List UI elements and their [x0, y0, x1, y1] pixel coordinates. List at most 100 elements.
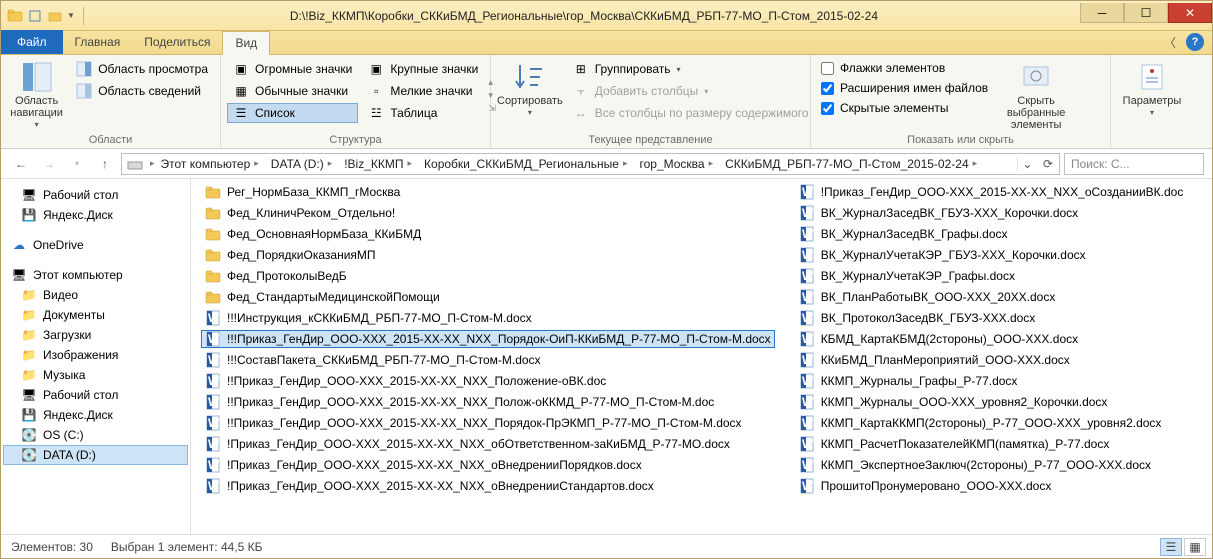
list-item[interactable]: WККиБМД_ПланМероприятий_ООО-ХХХ.docx — [795, 351, 1188, 369]
search-input[interactable]: Поиск: С... — [1064, 153, 1204, 175]
tab-file[interactable]: Файл — [1, 30, 63, 54]
navigation-pane-button[interactable]: Область навигации▾ — [7, 59, 66, 132]
list-item[interactable]: W!Приказ_ГенДир_ООО-ХХХ_2015-ХХ-ХХ_NХХ_о… — [201, 477, 775, 495]
list-item[interactable]: Фед_ПорядкиОказанияМП — [201, 246, 775, 264]
list-item[interactable]: Рег_НормБаза_ККМП_гМосква — [201, 183, 775, 201]
breadcrumb-item[interactable]: Коробки_СККиБМД_Региональные▸ — [420, 157, 635, 171]
svg-text:W: W — [208, 458, 220, 472]
tab-home[interactable]: Главная — [63, 30, 133, 54]
list-item[interactable]: W ВК_ЖурналУчетаКЭР_ГБУЗ-ХХХ_Корочки.docx — [795, 246, 1188, 264]
file-name: ВК_ЖурналУчетаКЭР_ГБУЗ-ХХХ_Корочки.docx — [821, 248, 1086, 262]
list-item[interactable]: WВК_ПротоколЗаседВК_ГБУЗ-ХХХ.docx — [795, 309, 1188, 327]
word-doc-icon: W — [799, 310, 815, 326]
file-name: ККМП_Журналы_ООО-ХХХ_уровня2_Корочки.doc… — [821, 395, 1108, 409]
tree-osc[interactable]: 💽OS (C:) — [3, 425, 188, 445]
breadcrumb-chevron-icon[interactable]: ▸ — [148, 158, 157, 169]
breadcrumb-item[interactable]: СККиБМД_РБП-77-МО_П-Стом_2015-02-24▸ — [721, 157, 985, 171]
list-item[interactable]: WККМП_КартаККМП(2стороны)_Р-77_ООО-ХХХ_у… — [795, 414, 1188, 432]
tab-view[interactable]: Вид — [222, 31, 270, 55]
list-item[interactable]: W!!!СоставПакета_СККиБМД_РБП-77-МО_П-Сто… — [201, 351, 775, 369]
sort-button[interactable]: Сортировать▾ — [497, 59, 563, 132]
breadcrumb-item[interactable]: гор_Москва▸ — [635, 157, 721, 171]
layout-small[interactable]: ▫Мелкие значки — [362, 81, 484, 101]
list-item[interactable]: WПрошитоПронумеровано_ООО-ХХХ.docx — [795, 477, 1188, 495]
tree-music[interactable]: 📁Музыка — [3, 365, 188, 385]
list-item[interactable]: W!!Приказ_ГенДир_ООО-ХХХ_2015-ХХ-ХХ_NХХ_… — [201, 414, 775, 432]
list-item[interactable]: W!!Приказ_ГенДир_ООО-ХХХ_2015-ХХ-ХХ_NХХ_… — [201, 393, 775, 411]
groupby-button[interactable]: ⊞Группировать ▾ — [567, 59, 815, 79]
tree-yandexdisk[interactable]: 💾Яндекс.Диск — [3, 205, 188, 225]
list-item[interactable]: Фед_КлиничРеком_Отдельно! — [201, 204, 775, 222]
nav-recent-button[interactable]: ▾ — [65, 152, 89, 176]
chk-file-extensions[interactable]: Расширения имен файлов — [817, 79, 992, 97]
list-item[interactable]: W!!!Приказ_ГенДир_ООО-ХХХ_2015-ХХ-ХХ_NХХ… — [201, 330, 775, 348]
svg-text:W: W — [208, 332, 220, 346]
minimize-button[interactable]: ─ — [1080, 3, 1124, 23]
list-item[interactable]: WВК_ЖурналЗаседВК_ГБУЗ-ХХХ_Корочки.docx — [795, 204, 1188, 222]
chk-hidden-items[interactable]: Скрытые элементы — [817, 99, 992, 117]
list-item[interactable]: W !Приказ_ГенДир_ООО-ХХХ_2015-ХХ-ХХ_NХХ_о… — [201, 456, 775, 474]
qat-dropdown-icon[interactable]: ▼ — [67, 11, 75, 20]
close-button[interactable]: ✕ — [1168, 3, 1212, 23]
breadcrumb-item[interactable]: DATA (D:)▸ — [267, 157, 340, 171]
tree-onedrive[interactable]: ☁OneDrive — [3, 235, 188, 255]
view-icons-toggle[interactable]: ▦ — [1184, 538, 1206, 556]
list-item[interactable]: W!!!Инструкция_кСККиБМД_РБП-77-МО_П-Стом… — [201, 309, 775, 327]
tree-desktop[interactable]: 🖥Рабочий стол — [3, 185, 188, 205]
layout-list[interactable]: ☰Список — [227, 103, 358, 123]
tree-videos[interactable]: 📁Видео — [3, 285, 188, 305]
tab-share[interactable]: Поделиться — [132, 30, 222, 54]
list-item[interactable]: WККМП_РасчетПоказателейКМП(памятка)_Р-77… — [795, 435, 1188, 453]
maximize-button[interactable]: ☐ — [1124, 3, 1168, 23]
list-item[interactable]: WККМП_Журналы_ООО-ХХХ_уровня2_Корочки.do… — [795, 393, 1188, 411]
ribbon-collapse-icon[interactable]: 〈 — [1164, 34, 1176, 51]
breadcrumb[interactable]: ▸ Этот компьютер▸DATA (D:)▸!Biz_ККМП▸Кор… — [121, 153, 1060, 175]
layout-large[interactable]: ▣Крупные значки — [362, 59, 484, 79]
titlebar: ▼ D:\!Biz_ККМП\Коробки_СККиБМД_Региональ… — [1, 1, 1212, 31]
tree-yandexdisk2[interactable]: 💾Яндекс.Диск — [3, 405, 188, 425]
list-item[interactable]: WВК_ЖурналЗаседВК_Графы.docx — [795, 225, 1188, 243]
tree-documents[interactable]: 📁Документы — [3, 305, 188, 325]
list-item[interactable]: W!Приказ_ГенДир_ООО-ХХХ_2015-ХХ-ХХ_NХХ_о… — [795, 183, 1188, 201]
qat-properties-icon[interactable] — [27, 8, 43, 24]
refresh-button[interactable]: ⟳ — [1037, 157, 1059, 171]
list-item[interactable]: WВК_ПланРаботыВК_ООО-ХХХ_20ХХ.docx — [795, 288, 1188, 306]
breadcrumb-dropdown[interactable]: ⌄ — [1017, 157, 1037, 171]
breadcrumb-item[interactable]: !Biz_ККМП▸ — [340, 157, 420, 171]
list-item[interactable]: WВК_ЖурналУчетаКЭР_Графы.docx — [795, 267, 1188, 285]
word-doc-icon: W — [799, 352, 815, 368]
preview-pane-button[interactable]: Область просмотра — [70, 59, 214, 79]
list-item[interactable]: WККМП_ЭкспертноеЗаключ(2стороны)_Р-77_ОО… — [795, 456, 1188, 474]
list-item[interactable]: Фед_ОсновнаяНормБаза_ККиБМД — [201, 225, 775, 243]
tree-datad[interactable]: 💽DATA (D:) — [3, 445, 188, 465]
breadcrumb-item[interactable]: Этот компьютер▸ — [157, 157, 267, 171]
view-details-toggle[interactable]: ☰ — [1160, 538, 1182, 556]
options-button[interactable]: Параметры▾ — [1117, 59, 1187, 132]
layout-table[interactable]: ☳Таблица — [362, 103, 484, 123]
nav-back-button[interactable]: ← — [9, 152, 33, 176]
nav-tree[interactable]: 🖥Рабочий стол 💾Яндекс.Диск ☁OneDrive 🖥Эт… — [1, 179, 191, 534]
layout-medium[interactable]: ▦Обычные значки — [227, 81, 358, 101]
tree-downloads[interactable]: 📁Загрузки — [3, 325, 188, 345]
layout-extralarge[interactable]: ▣Огромные значки — [227, 59, 358, 79]
file-name: !Приказ_ГенДир_ООО-ХХХ_2015-ХХ-ХХ_NХХ_оВ… — [227, 458, 642, 472]
list-item[interactable]: W!!Приказ_ГенДир_ООО-ХХХ_2015-ХХ-ХХ_NХХ_… — [201, 372, 775, 390]
svg-text:W: W — [802, 248, 814, 262]
nav-up-button[interactable]: ↑ — [93, 152, 117, 176]
svg-text:W: W — [802, 311, 814, 325]
list-item[interactable]: WККМП_Журналы_Графы_Р-77.docx — [795, 372, 1188, 390]
qat-newfolder-icon[interactable] — [47, 8, 63, 24]
tree-desktop2[interactable]: 🖥Рабочий стол — [3, 385, 188, 405]
tree-pictures[interactable]: 📁Изображения — [3, 345, 188, 365]
list-item[interactable]: W!Приказ_ГенДир_ООО-ХХХ_2015-ХХ-ХХ_NХХ_о… — [201, 435, 775, 453]
file-list[interactable]: Рег_НормБаза_ККМП_гМосква Фед_КлиничРеком… — [191, 179, 1212, 534]
list-item[interactable]: Фед_СтандартыМедицинскойПомощи — [201, 288, 775, 306]
file-name: !!Приказ_ГенДир_ООО-ХХХ_2015-ХХ-ХХ_NХХ_П… — [227, 395, 714, 409]
help-button[interactable]: ? — [1186, 33, 1204, 51]
tree-thispc[interactable]: 🖥Этот компьютер — [3, 265, 188, 285]
details-pane-button[interactable]: Область сведений — [70, 81, 214, 101]
list-item[interactable]: Фед_ПротоколыВедБ — [201, 267, 775, 285]
chk-item-checkboxes[interactable]: Флажки элементов — [817, 59, 992, 77]
hide-selected-button[interactable]: Скрыть выбранные элементы — [996, 59, 1076, 132]
list-item[interactable]: WКБМД_КартаКБМД(2стороны)_ООО-ХХХ.docx — [795, 330, 1188, 348]
